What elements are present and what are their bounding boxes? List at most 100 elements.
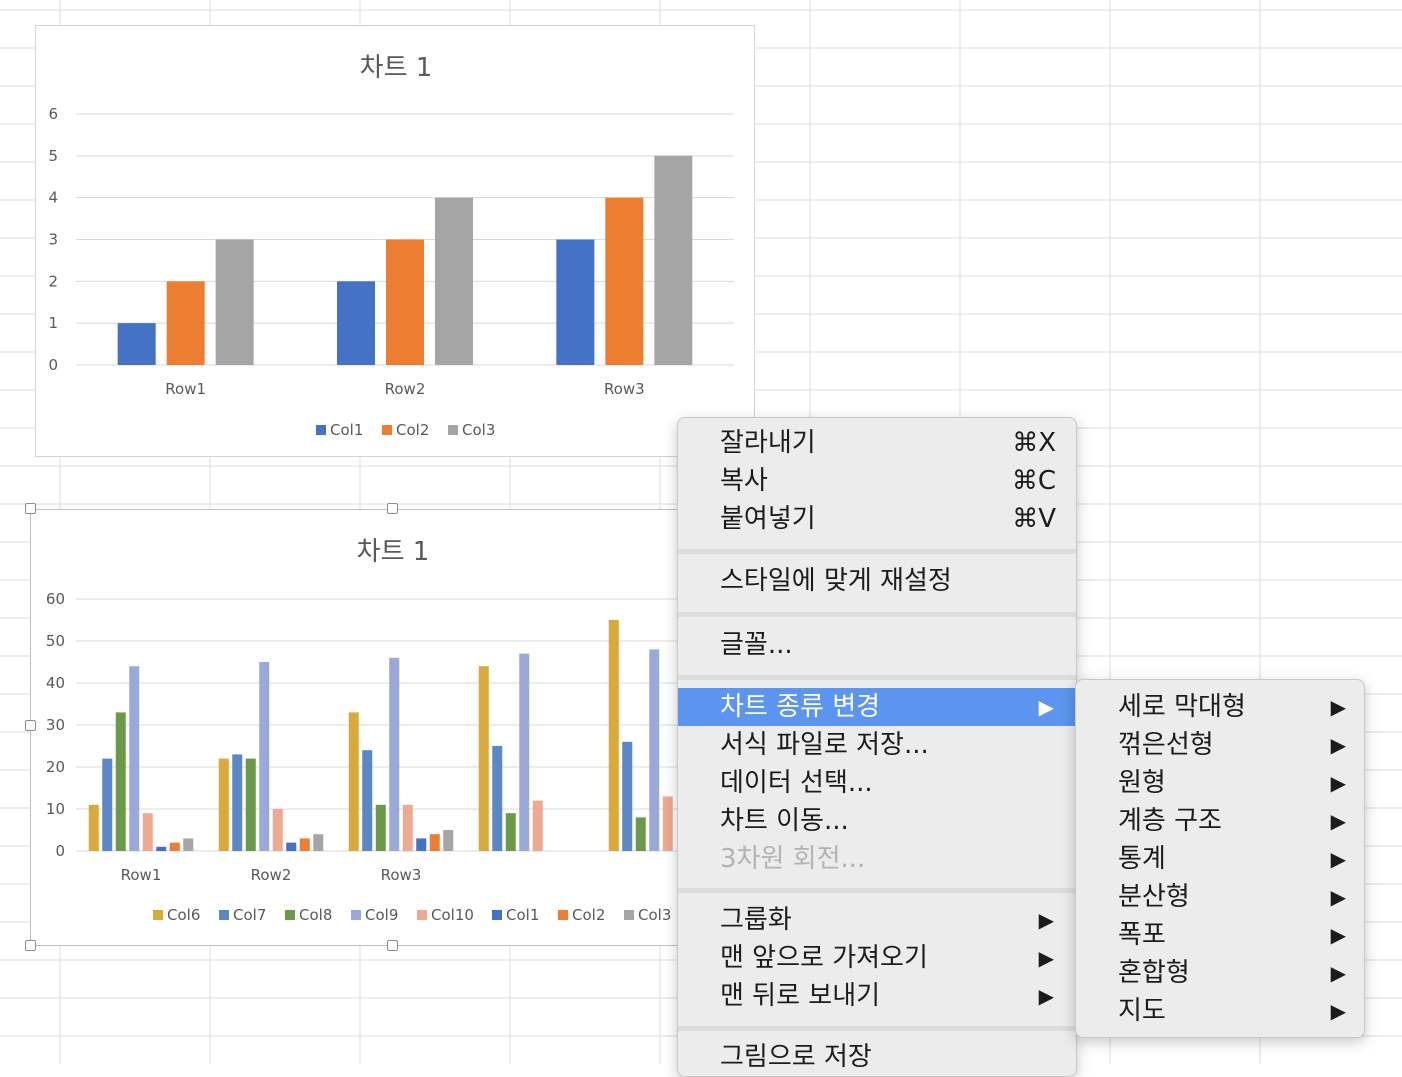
submenu-arrow-icon: ▶	[1330, 809, 1346, 833]
menu-item-group[interactable]: 그룹화 ▶	[678, 901, 1076, 939]
bar-col2-row3[interactable]	[429, 834, 440, 851]
bar-col6-cat4[interactable]	[478, 666, 489, 851]
menu-item-change-chart-type[interactable]: 차트 종류 변경 ▶	[678, 688, 1076, 726]
menu-item-font[interactable]: 글꼴...	[678, 626, 1076, 664]
menu-item-label: 맨 앞으로 가져오기	[720, 943, 928, 973]
menu-item-save-template[interactable]: 서식 파일로 저장...	[678, 726, 1076, 764]
bar-col6-row2[interactable]	[218, 758, 229, 851]
bar-col10-cat5[interactable]	[662, 796, 673, 851]
bar-col3-row1[interactable]	[183, 838, 194, 851]
menu-item-move-chart[interactable]: 차트 이동...	[678, 802, 1076, 840]
legend-label: Col8	[299, 906, 332, 924]
bar-col8-row3[interactable]	[375, 804, 386, 851]
bar-col6-row3[interactable]	[348, 712, 359, 851]
menu-item-copy[interactable]: 복사 ⌘C	[678, 462, 1076, 500]
bar-col1-row1[interactable]	[156, 846, 167, 851]
bar-col10-row3[interactable]	[402, 804, 413, 851]
submenu-item-statistic[interactable]: 통계 ▶	[1076, 840, 1364, 878]
bar-col3-row1[interactable]	[215, 239, 254, 366]
bar-col8-row1[interactable]	[115, 712, 126, 851]
menu-item-save-as-picture[interactable]: 그림으로 저장	[678, 1038, 1076, 1076]
menu-item-paste[interactable]: 붙여넣기 ⌘V	[678, 500, 1076, 538]
submenu-arrow-icon: ▶	[1330, 733, 1346, 757]
bar-col7-row3[interactable]	[362, 750, 373, 851]
menu-item-label: 서식 파일로 저장...	[720, 730, 929, 760]
bar-col1-row2[interactable]	[286, 842, 297, 851]
submenu-item-label: 세로 막대형	[1118, 692, 1246, 722]
menu-item-cut[interactable]: 잘라내기 ⌘X	[678, 424, 1076, 462]
bar-col2-row3[interactable]	[605, 197, 644, 365]
bar-col10-row2[interactable]	[272, 809, 283, 851]
bar-col8-cat4[interactable]	[505, 813, 516, 851]
chart-title: 차트 1	[357, 537, 430, 567]
bar-col8-row2[interactable]	[245, 758, 256, 851]
bar-col3-row2[interactable]	[313, 834, 324, 851]
bar-col6-row1[interactable]	[88, 804, 99, 851]
bar-col7-cat5[interactable]	[622, 741, 633, 851]
menu-item-label: 그룹화	[720, 905, 792, 935]
legend-label: Col2	[572, 906, 605, 924]
menu-item-label: 차트 종류 변경	[720, 692, 881, 722]
submenu-item-label: 꺾은선형	[1118, 730, 1214, 760]
resize-handle-top-middle[interactable]	[387, 503, 398, 514]
bar-col2-row2[interactable]	[299, 838, 310, 851]
bar-col7-row2[interactable]	[232, 754, 243, 851]
bar-col2-row1[interactable]	[169, 842, 180, 851]
submenu-item-pie[interactable]: 원형 ▶	[1076, 764, 1364, 802]
bar-col10-row1[interactable]	[142, 813, 153, 851]
submenu-item-label: 원형	[1118, 768, 1166, 798]
submenu-item-map[interactable]: 지도 ▶	[1076, 992, 1364, 1030]
bar-col3-row3[interactable]	[654, 155, 693, 365]
bar-col3-row2[interactable]	[435, 197, 473, 365]
bar-col8-cat5[interactable]	[635, 817, 646, 851]
bar-col9-row1[interactable]	[129, 666, 140, 851]
resize-handle-bottom-left[interactable]	[25, 940, 36, 951]
submenu-item-combo[interactable]: 혼합형 ▶	[1076, 954, 1364, 992]
resize-handle-middle-left[interactable]	[25, 720, 36, 731]
submenu-item-column[interactable]: 세로 막대형 ▶	[1076, 688, 1364, 726]
bar-col7-row1[interactable]	[102, 758, 113, 851]
legend-swatch	[558, 910, 568, 920]
submenu-item-line[interactable]: 꺾은선형 ▶	[1076, 726, 1364, 764]
bar-col1-row2[interactable]	[337, 281, 375, 365]
bar-col1-row3[interactable]	[416, 838, 427, 851]
bar-col3-row3[interactable]	[443, 830, 454, 851]
submenu-item-hierarchy[interactable]: 계층 구조 ▶	[1076, 802, 1364, 840]
y-tick-label: 10	[46, 800, 65, 818]
submenu-item-label: 폭포	[1118, 920, 1166, 950]
bar-col7-cat4[interactable]	[492, 746, 503, 851]
shortcut-label: ⌘X	[1012, 428, 1056, 458]
bar-col9-row2[interactable]	[259, 662, 270, 851]
resize-handle-bottom-middle[interactable]	[387, 940, 398, 951]
resize-handle-top-left[interactable]	[25, 503, 36, 514]
category-label: Row3	[381, 866, 422, 884]
chart-2[interactable]: 차트 1 0 10 20 30 40 50 60 Row1 Row2 Row3 Col6 Col7 Col…	[30, 509, 760, 946]
bar-col6-cat5[interactable]	[608, 620, 619, 851]
menu-item-bring-to-front[interactable]: 맨 앞으로 가져오기 ▶	[678, 939, 1076, 977]
menu-item-select-data[interactable]: 데이터 선택...	[678, 764, 1076, 802]
bar-col1-row3[interactable]	[556, 239, 595, 366]
legend-label: Col1	[330, 421, 363, 439]
submenu-arrow-icon: ▶	[1330, 923, 1346, 947]
bar-col2-row1[interactable]	[166, 281, 205, 365]
bar-col1-row1[interactable]	[117, 323, 156, 365]
menu-item-3d-rotation: 3차원 회전...	[678, 840, 1076, 878]
legend-label: Col2	[396, 421, 429, 439]
category-label: Row2	[385, 380, 426, 398]
legend-swatch	[219, 910, 229, 920]
bar-col2-row2[interactable]	[386, 239, 424, 366]
submenu-item-waterfall[interactable]: 폭포 ▶	[1076, 916, 1364, 954]
y-tick-label: 3	[48, 231, 58, 249]
submenu-item-scatter[interactable]: 분산형 ▶	[1076, 878, 1364, 916]
menu-item-send-to-back[interactable]: 맨 뒤로 보내기 ▶	[678, 977, 1076, 1015]
bar-col9-row3[interactable]	[389, 657, 400, 851]
y-tick-label: 30	[46, 716, 65, 734]
legend-swatch	[316, 425, 326, 435]
bar-col10-cat4[interactable]	[532, 800, 543, 851]
legend-swatch	[382, 425, 392, 435]
chart-1[interactable]: 차트 1 0 1 2 3 4 5 6 Row1 Row2 Row3 Col1 Col2 Col3	[35, 25, 755, 457]
bar-col9-cat5[interactable]	[649, 649, 660, 851]
chart-1-plot: 차트 1 0 1 2 3 4 5 6 Row1 Row2 Row3 Col1 Col2 Col3	[48, 53, 734, 439]
bar-col9-cat4[interactable]	[519, 653, 530, 851]
menu-item-reset-style[interactable]: 스타일에 맞게 재설정	[678, 562, 1076, 600]
